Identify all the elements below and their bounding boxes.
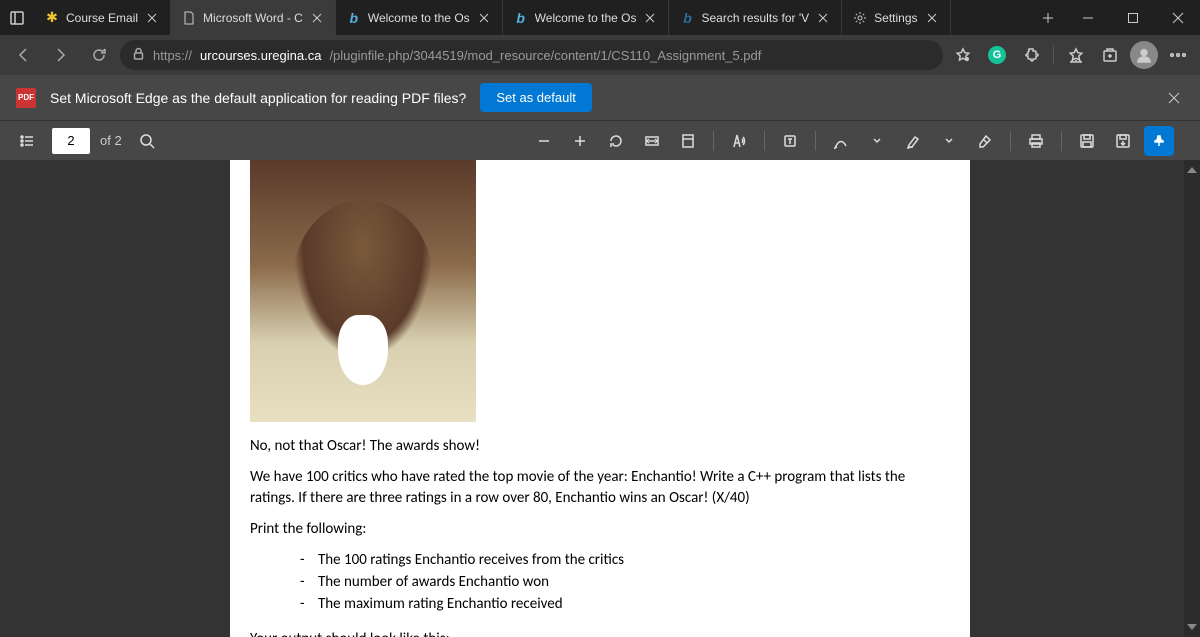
close-icon[interactable]	[144, 10, 160, 26]
close-icon[interactable]	[924, 10, 940, 26]
scroll-down-arrow[interactable]	[1184, 619, 1200, 635]
set-default-button[interactable]: Set as default	[480, 83, 592, 112]
favorite-button[interactable]	[947, 39, 979, 71]
tab-strip: ✱ Course Email Microsoft Word - C b Welc…	[34, 0, 1031, 35]
highlight-button[interactable]	[898, 126, 928, 156]
url-host: urcourses.uregina.ca	[200, 48, 321, 63]
fit-width-button[interactable]	[637, 126, 667, 156]
gear-icon	[852, 10, 868, 26]
tab-label: Course Email	[66, 11, 138, 25]
more-button[interactable]	[1162, 39, 1194, 71]
page-number-input[interactable]	[52, 128, 90, 154]
tab-label: Search results for 'V	[701, 11, 809, 25]
save-button[interactable]	[1072, 126, 1102, 156]
star-icon: ✱	[44, 10, 60, 26]
forward-button[interactable]	[44, 38, 78, 72]
rotate-button[interactable]	[601, 126, 631, 156]
collections-button[interactable]	[1094, 39, 1126, 71]
read-aloud-button[interactable]	[724, 126, 754, 156]
tab-word-doc[interactable]: Microsoft Word - C	[171, 0, 336, 35]
extension-icon[interactable]	[1015, 39, 1047, 71]
favorites-bar-button[interactable]	[1060, 39, 1092, 71]
tab-settings[interactable]: Settings	[842, 0, 950, 35]
tab-oscars-2[interactable]: b Welcome to the Os	[503, 0, 670, 35]
grammarly-icon[interactable]: G	[981, 39, 1013, 71]
erase-button[interactable]	[970, 126, 1000, 156]
tab-oscars-1[interactable]: b Welcome to the Os	[336, 0, 503, 35]
maximize-button[interactable]	[1110, 0, 1155, 35]
url-prefix: https://	[153, 48, 192, 63]
chevron-down-icon[interactable]	[934, 126, 964, 156]
pin-toolbar-button[interactable]	[1144, 126, 1174, 156]
close-icon[interactable]	[476, 10, 492, 26]
vertical-scrollbar[interactable]	[1184, 160, 1200, 637]
body-text: No, not that Oscar! The awards show!	[250, 436, 950, 457]
zoom-in-button[interactable]	[565, 126, 595, 156]
contents-button[interactable]	[12, 126, 42, 156]
text-tool-button[interactable]	[775, 126, 805, 156]
bing-icon: b	[679, 10, 695, 26]
chevron-down-icon[interactable]	[862, 126, 892, 156]
close-icon[interactable]	[642, 10, 658, 26]
back-button[interactable]	[6, 38, 40, 72]
banner-text: Set Microsoft Edge as the default applic…	[50, 90, 466, 106]
close-window-button[interactable]	[1155, 0, 1200, 35]
address-bar[interactable]: https:// urcourses.uregina.ca/pluginfile.…	[120, 40, 943, 70]
close-icon[interactable]	[815, 10, 831, 26]
bing-icon: b	[513, 10, 529, 26]
print-button[interactable]	[1021, 126, 1051, 156]
tab-course-email[interactable]: ✱ Course Email	[34, 0, 171, 35]
scroll-up-arrow[interactable]	[1184, 162, 1200, 178]
pdf-page: No, not that Oscar! The awards show! We …	[230, 160, 970, 637]
minimize-button[interactable]	[1065, 0, 1110, 35]
banner-close-button[interactable]	[1162, 86, 1186, 110]
page-total: of 2	[100, 133, 122, 148]
url-path: /pluginfile.php/3044519/mod_resource/con…	[329, 48, 761, 63]
list-item: The number of awards Enchantio won	[300, 572, 950, 593]
tab-search[interactable]: b Search results for 'V	[669, 0, 842, 35]
list-item: The 100 ratings Enchantio receives from …	[300, 550, 950, 571]
output-heading: Your output should look like this:	[250, 629, 950, 637]
search-button[interactable]	[132, 126, 162, 156]
pdf-badge-icon: PDF	[16, 88, 36, 108]
document-icon	[181, 10, 197, 26]
tab-actions-icon[interactable]	[0, 10, 34, 26]
draw-button[interactable]	[826, 126, 856, 156]
profile-button[interactable]	[1128, 39, 1160, 71]
dog-image	[250, 160, 476, 422]
save-as-button[interactable]	[1108, 126, 1138, 156]
lock-icon	[132, 47, 145, 63]
body-text: We have 100 critics who have rated the t…	[250, 467, 950, 509]
refresh-button[interactable]	[82, 38, 116, 72]
zoom-out-button[interactable]	[529, 126, 559, 156]
tab-label: Welcome to the Os	[368, 11, 470, 25]
print-heading: Print the following:	[250, 519, 950, 540]
tab-label: Microsoft Word - C	[203, 11, 303, 25]
page-view-button[interactable]	[673, 126, 703, 156]
close-icon[interactable]	[309, 10, 325, 26]
list-item: The maximum rating Enchantio received	[300, 594, 950, 615]
tab-label: Settings	[874, 11, 917, 25]
new-tab-button[interactable]	[1031, 12, 1065, 24]
bing-icon: b	[346, 10, 362, 26]
bullet-list: The 100 ratings Enchantio receives from …	[300, 550, 950, 615]
tab-label: Welcome to the Os	[535, 11, 637, 25]
